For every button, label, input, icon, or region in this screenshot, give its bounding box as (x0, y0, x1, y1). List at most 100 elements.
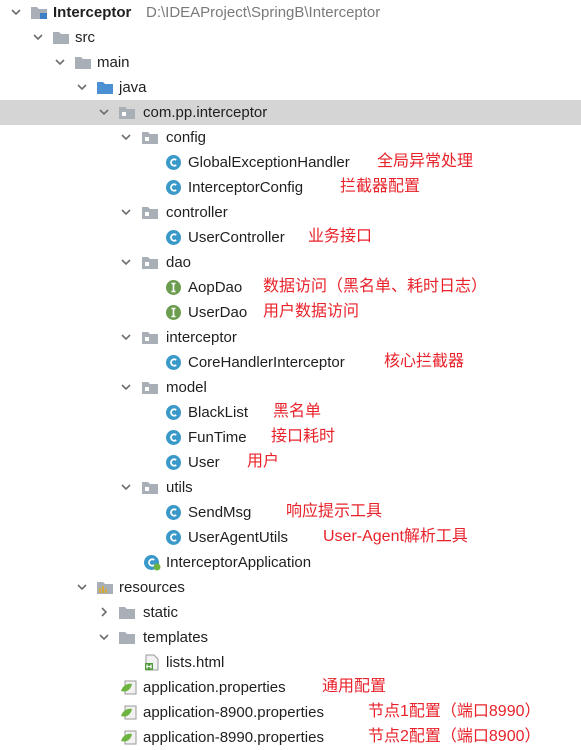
chevron-down-icon[interactable] (119, 205, 133, 219)
tree-label: AopDao (188, 279, 243, 296)
tree-row-interceptor[interactable]: interceptor (0, 325, 581, 350)
tree-label: config (166, 129, 207, 146)
tree-label: model (166, 379, 207, 396)
tree-label: templates (143, 629, 209, 646)
chevron-down-icon[interactable] (119, 255, 133, 269)
class-icon (166, 180, 181, 195)
tree-label: BlackList (188, 404, 249, 421)
tree-label: SendMsg (188, 504, 252, 521)
tree-label: UserController (188, 229, 285, 246)
chevron-down-icon[interactable] (119, 480, 133, 494)
package-icon (142, 132, 158, 144)
chevron-down-icon[interactable] (75, 80, 89, 94)
tree-row-project[interactable]: Interceptor D:\IDEAProject\SpringB\Inter… (0, 0, 581, 25)
tree-label: controller (166, 204, 228, 221)
tree-row-interface[interactable]: AopDao 数据访问（黑名单、耗时日志） (0, 275, 581, 300)
tree-label: CoreHandlerInterceptor (188, 354, 345, 371)
tree-row-utils[interactable]: utils (0, 475, 581, 500)
annotation: 通用配置 (322, 678, 387, 695)
tree-row-interface[interactable]: UserDao 用户数据访问 (0, 300, 581, 325)
tree-row-package-root[interactable]: com.pp.interceptor (0, 100, 581, 125)
tree-row-model[interactable]: model (0, 375, 581, 400)
class-icon (166, 530, 181, 545)
package-icon (142, 332, 158, 344)
spring-boot-class-icon (144, 555, 161, 571)
tree-row-class[interactable]: CoreHandlerInterceptor 核心拦截器 (0, 350, 581, 375)
tree-row-config[interactable]: config (0, 125, 581, 150)
chevron-down-icon[interactable] (97, 630, 111, 644)
tree-row-class[interactable]: SendMsg 响应提示工具 (0, 500, 581, 525)
tree-row-class[interactable]: User 用户 (0, 450, 581, 475)
chevron-right-icon[interactable] (97, 605, 111, 619)
tree-label: GlobalExceptionHandler (188, 154, 350, 171)
tree-label: application-8900.properties (143, 704, 324, 721)
folder-icon (119, 607, 135, 619)
tree-row-spring-app[interactable]: InterceptorApplication (0, 550, 581, 575)
tree-row-main[interactable]: main (0, 50, 581, 75)
annotation: 接口耗时 (271, 428, 336, 445)
tree-row-controller[interactable]: controller (0, 200, 581, 225)
spring-properties-icon (121, 680, 137, 695)
tree-label: InterceptorApplication (166, 554, 312, 571)
tree-label: InterceptorConfig (188, 179, 304, 196)
package-icon (142, 257, 158, 269)
tree-row-properties-file[interactable]: application.properties 通用配置 (0, 675, 581, 700)
tree-row-class[interactable]: InterceptorConfig 拦截器配置 (0, 175, 581, 200)
tree-row-resources[interactable]: resources (0, 575, 581, 600)
folder-icon (75, 57, 91, 69)
spring-properties-icon (121, 730, 137, 745)
chevron-down-icon[interactable] (119, 130, 133, 144)
package-icon (119, 107, 135, 119)
class-icon (166, 230, 181, 245)
package-icon (142, 382, 158, 394)
class-icon (166, 355, 181, 370)
annotation: 黑名单 (273, 403, 322, 420)
tree-label: src (75, 29, 95, 46)
tree-row-src[interactable]: src (0, 25, 581, 50)
tree-label: FunTime (188, 429, 247, 446)
interface-icon (166, 280, 181, 295)
class-icon (166, 455, 181, 470)
module-folder-icon (31, 7, 47, 19)
tree-row-class[interactable]: GlobalExceptionHandler 全局异常处理 (0, 150, 581, 175)
chevron-down-icon[interactable] (75, 580, 89, 594)
tree-row-properties-file[interactable]: application-8900.properties 节点1配置（端口8990… (0, 700, 581, 725)
resources-folder-icon (97, 582, 113, 594)
chevron-down-icon[interactable] (97, 105, 111, 119)
tree-row-class[interactable]: UserController 业务接口 (0, 225, 581, 250)
annotation: 节点1配置（端口8990） (368, 703, 541, 720)
chevron-down-icon[interactable] (119, 380, 133, 394)
annotation: 用户数据访问 (263, 303, 360, 320)
tree-label: application-8990.properties (143, 729, 324, 746)
tree-row-java[interactable]: java (0, 75, 581, 100)
tree-row-class[interactable]: BlackList 黑名单 (0, 400, 581, 425)
chevron-down-icon[interactable] (9, 5, 23, 19)
class-icon (166, 405, 181, 420)
chevron-down-icon[interactable] (119, 330, 133, 344)
tree-label: dao (166, 254, 192, 271)
tree-label: interceptor (166, 329, 237, 346)
annotation: 核心拦截器 (384, 353, 465, 370)
tree-row-properties-file[interactable]: application-8990.properties 节点2配置（端口8900… (0, 725, 581, 750)
spring-properties-icon (121, 705, 137, 720)
source-folder-icon (97, 82, 113, 94)
tree-label: java (119, 79, 147, 96)
chevron-down-icon[interactable] (31, 30, 45, 44)
chevron-down-icon[interactable] (53, 55, 67, 69)
tree-label: UserDao (188, 304, 248, 321)
annotation: 拦截器配置 (340, 178, 421, 195)
tree-row-dao[interactable]: dao (0, 250, 581, 275)
class-icon (166, 430, 181, 445)
tree-row-class[interactable]: FunTime 接口耗时 (0, 425, 581, 450)
tree-row-static[interactable]: static (0, 600, 581, 625)
tree-row-class[interactable]: UserAgentUtils User-Agent解析工具 (0, 525, 581, 550)
annotation: User-Agent解析工具 (323, 528, 468, 545)
folder-icon (119, 632, 135, 644)
annotation: 节点2配置（端口8900） (368, 728, 541, 745)
annotation: 响应提示工具 (286, 503, 383, 520)
package-icon (142, 207, 158, 219)
class-icon (166, 505, 181, 520)
tree-row-templates[interactable]: templates (0, 625, 581, 650)
tree-label: UserAgentUtils (188, 529, 289, 546)
tree-row-html-file[interactable]: lists.html (0, 650, 581, 675)
